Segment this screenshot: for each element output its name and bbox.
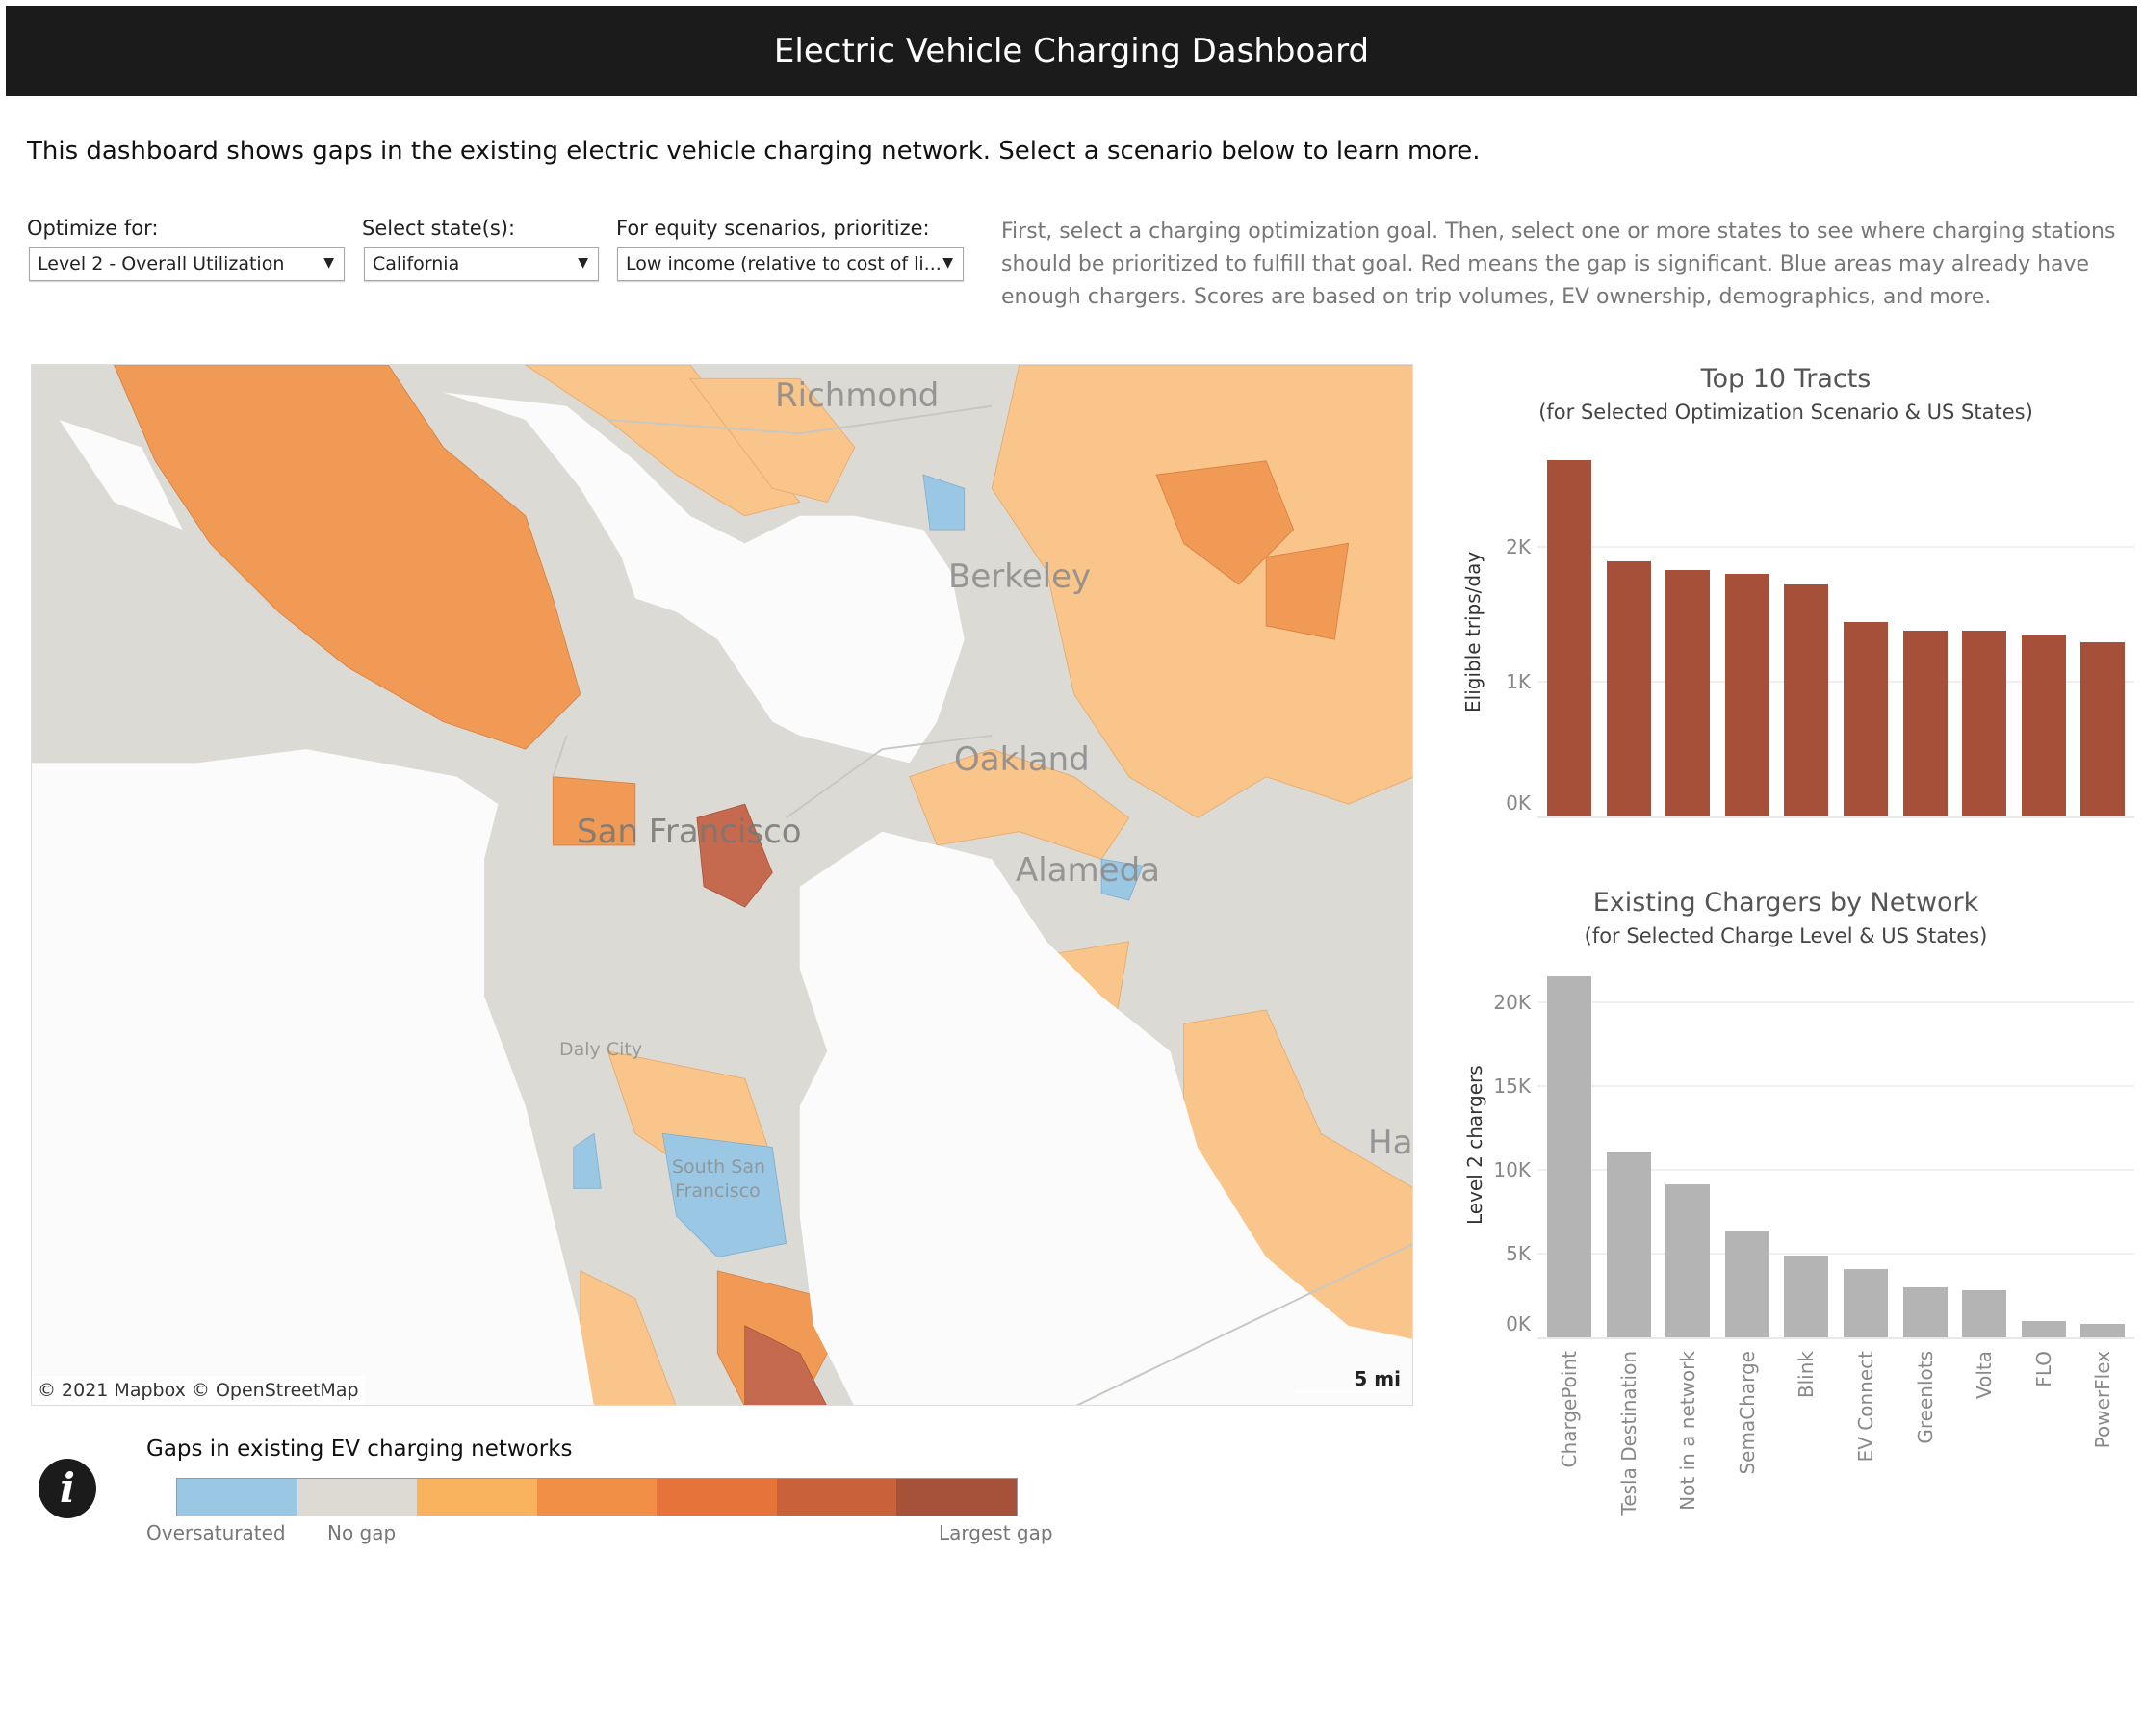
bar [1844,622,1888,816]
legend-swatch [657,1479,777,1516]
x-category-label: EV Connect [1854,1351,1877,1463]
bar [1665,1184,1711,1337]
state-label: Select state(s): [362,217,516,240]
bar [1606,561,1651,816]
y-tick-label: 2K [1506,535,1531,558]
map-label-hayward: Ha [1368,1124,1413,1162]
gridline [1537,546,2134,548]
golden-gate-bridge [552,735,568,777]
x-category-label: FLO [2031,1351,2055,1387]
bar [1724,1230,1769,1337]
y-tick-label: 10K [1493,1157,1531,1181]
bar [1784,584,1829,816]
gridline [1537,1000,2134,1003]
legend-swatch [896,1479,1018,1516]
map-region [580,1270,677,1405]
bar [1962,630,2007,816]
bar [2021,635,2066,816]
x-axis-line [1537,816,2134,818]
map-label-south-san-francisco-1: South San [672,1156,766,1178]
x-category-label: Blink [1794,1351,1819,1399]
map-region [922,474,966,531]
legend-low-label: Oversaturated [146,1521,286,1544]
map-attribution[interactable]: © 2021 Mapbox © OpenStreetMap [32,1376,365,1405]
y-tick-label: 1K [1506,670,1531,693]
y-tick-label: 15K [1493,1074,1531,1098]
state-dropdown[interactable]: California ▼ [364,247,599,281]
map-canvas [32,365,1412,1405]
x-category-label: ChargePoint [1558,1351,1581,1468]
chevron-down-icon: ▼ [323,255,334,271]
south-bay-water [799,831,1412,1405]
y-tick-label: 0K [1506,1312,1531,1335]
x-axis-line [1537,1337,2134,1339]
bar [1547,976,1591,1337]
legend-swatch [177,1479,297,1516]
bar [1784,1255,1829,1337]
chevron-down-icon: ▼ [942,255,953,271]
legend-swatch [536,1479,658,1516]
info-icon[interactable]: i [39,1459,96,1518]
optimize-value: Level 2 - Overall Utilization [38,253,285,274]
legend-high-label: Largest gap [939,1521,1053,1544]
chevron-down-icon: ▼ [578,255,588,271]
dashboard-title: Electric Vehicle Charging Dashboard [773,32,1370,70]
y-tick-label: 5K [1506,1241,1531,1265]
legend-title: Gaps in existing EV charging networks [146,1437,573,1462]
y-tick-label: 20K [1493,990,1531,1014]
intro-text: This dashboard shows gaps in the existin… [27,137,1481,166]
chargers-subtitle: (for Selected Charge Level & US States) [1584,924,1988,947]
state-value: California [373,253,460,274]
map-region [573,1132,602,1189]
bar [2021,1320,2066,1337]
bar [1902,1286,1948,1337]
legend-swatch [297,1479,418,1516]
map-region [114,365,581,750]
bar [1844,1268,1888,1337]
bar [1962,1290,2007,1337]
optimize-label: Optimize for: [27,217,159,240]
bar [2080,1324,2126,1337]
bar [1606,1151,1651,1337]
color-legend [176,1478,1018,1516]
x-category-label: Not in a network [1676,1351,1700,1511]
chargers-title: Existing Chargers by Network [1592,888,1979,918]
legend-swatch [417,1479,537,1516]
legend-mid-label: No gap [327,1521,397,1544]
map-region [1265,542,1350,640]
map-label-south-san-francisco-2: Francisco [675,1180,761,1202]
map-label-oakland: Oakland [954,740,1090,779]
equity-dropdown[interactable]: Low income (relative to cost of li... ▼ [617,247,964,281]
x-category-label: Tesla Destination [1616,1351,1640,1516]
x-category-label: Greenlots [1913,1351,1937,1444]
bar [1902,630,1948,816]
bar [1547,460,1591,816]
bar [2080,642,2126,816]
top-tracts-title: Top 10 Tracts [1700,364,1872,394]
top-tracts-subtitle: (for Selected Optimization Scenario & US… [1538,401,2033,424]
equity-value: Low income (relative to cost of li... [626,253,942,274]
ocean-water [32,749,594,1405]
map-label-berkeley: Berkeley [948,557,1092,596]
equity-label: For equity scenarios, prioritize: [616,217,930,240]
map-label-alameda: Alameda [1016,851,1160,890]
map-label-richmond: Richmond [775,376,940,415]
optimize-dropdown[interactable]: Level 2 - Overall Utilization ▼ [29,247,345,281]
x-category-label: PowerFlex [2091,1351,2115,1449]
x-category-label: Volta [1973,1351,1997,1400]
x-category-label: SemaCharge [1735,1351,1759,1475]
map-label-san-francisco: San Francisco [577,813,802,851]
y-tick-label: 0K [1506,791,1531,815]
map-label-daly-city: Daly City [559,1039,643,1060]
gap-map[interactable]: Richmond Berkeley Oakland San Francisco … [31,364,1413,1406]
instructions-text: First, select a charging optimization go… [1001,220,2116,309]
dashboard-header: Electric Vehicle Charging Dashboard [6,6,2137,96]
map-scale: 5 mi [1295,1367,1401,1393]
bar [1724,574,1769,816]
gridline [1537,1084,2134,1087]
bar [1665,569,1711,816]
legend-swatch [776,1479,897,1516]
